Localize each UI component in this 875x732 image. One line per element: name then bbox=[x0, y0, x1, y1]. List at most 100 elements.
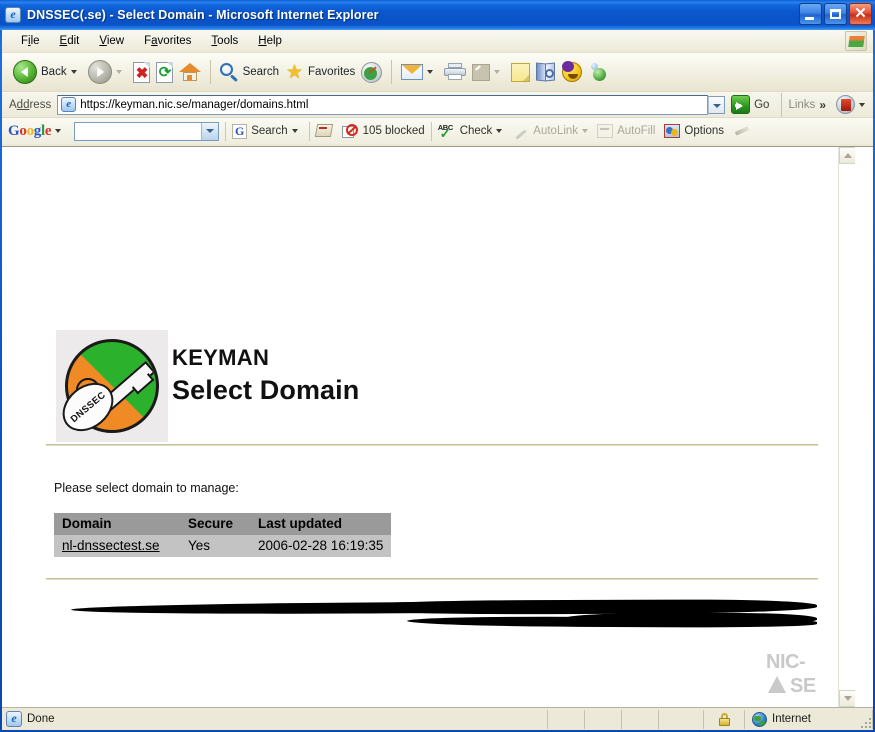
menu-edit[interactable]: Edit bbox=[51, 33, 89, 49]
stop-icon: ✖ bbox=[132, 61, 150, 83]
menu-file[interactable]: File bbox=[12, 33, 49, 49]
google-search-dropdown-icon[interactable] bbox=[201, 122, 219, 140]
nic-se-logo: NIC- SE bbox=[766, 650, 822, 702]
stop-button[interactable]: ✖ bbox=[130, 55, 153, 89]
search-button[interactable]: Search bbox=[217, 55, 282, 89]
status-cell-4 bbox=[659, 709, 704, 729]
minimize-icon bbox=[805, 17, 814, 20]
popup-blocked-icon bbox=[341, 123, 359, 139]
column-header-secure: Secure bbox=[180, 513, 250, 535]
back-label: Back bbox=[41, 66, 67, 78]
highlight-button[interactable] bbox=[734, 124, 751, 139]
menu-tools[interactable]: Tools bbox=[202, 33, 247, 49]
back-button[interactable]: Back bbox=[10, 55, 85, 89]
address-dropdown-button[interactable] bbox=[708, 95, 726, 114]
nic-se-triangle-icon bbox=[768, 676, 786, 693]
popup-blocker-button[interactable]: 105 blocked bbox=[341, 123, 425, 139]
google-separator bbox=[225, 121, 227, 141]
highlighter-icon bbox=[734, 124, 751, 139]
domain-table: Domain Secure Last updated nl-dnssectest… bbox=[54, 513, 392, 557]
check-label: Check bbox=[459, 125, 493, 137]
pdf-toolbar-button[interactable] bbox=[833, 88, 873, 122]
notes-button[interactable] bbox=[508, 55, 533, 89]
edit-dropdown-icon bbox=[494, 70, 501, 74]
print-button[interactable] bbox=[441, 55, 469, 89]
scroll-up-button[interactable] bbox=[839, 147, 855, 164]
status-bar: e Done Internet bbox=[2, 707, 873, 730]
media-icon bbox=[361, 61, 383, 83]
menu-favorites[interactable]: Favorites bbox=[135, 33, 200, 49]
forward-button[interactable] bbox=[85, 55, 130, 89]
google-search-options-icon[interactable] bbox=[291, 129, 298, 133]
resize-grip[interactable] bbox=[857, 714, 871, 728]
google-separator-2 bbox=[308, 121, 310, 141]
google-search-input[interactable] bbox=[74, 121, 220, 141]
toolbar-separator-2 bbox=[391, 60, 393, 84]
menu-bar: File Edit View Favorites Tools Help bbox=[2, 30, 873, 53]
browser-window: e DNSSEC(.se) - Select Domain - Microsof… bbox=[0, 0, 875, 732]
mail-button[interactable] bbox=[398, 55, 441, 89]
home-button[interactable] bbox=[176, 55, 204, 89]
instruction-text: Please select domain to manage: bbox=[54, 481, 239, 495]
pdf-dropdown-icon[interactable] bbox=[859, 102, 865, 107]
check-dropdown-icon[interactable] bbox=[496, 129, 503, 133]
google-news-button[interactable] bbox=[316, 124, 334, 138]
autofill-button: AutoFill bbox=[597, 124, 655, 138]
links-overflow-icon[interactable]: » bbox=[819, 98, 826, 112]
msn-messenger-button[interactable] bbox=[585, 55, 611, 89]
yahoo-messenger-button[interactable] bbox=[559, 55, 585, 89]
address-input[interactable]: e https://keyman.nic.se/manager/domains.… bbox=[57, 94, 709, 115]
status-cell-3 bbox=[622, 709, 659, 729]
web-page-content: DNSSEC KEYMAN Select Domain Please selec… bbox=[2, 147, 855, 707]
dnssec-logo: DNSSEC bbox=[53, 330, 168, 442]
home-icon bbox=[178, 62, 201, 82]
column-header-last-updated: Last updated bbox=[250, 513, 392, 535]
divider-bottom bbox=[46, 578, 818, 580]
go-button[interactable]: Go bbox=[731, 95, 769, 114]
spell-check-button[interactable]: ABC ✓ Check bbox=[438, 123, 493, 140]
close-button[interactable]: ✕ bbox=[849, 3, 872, 25]
edit-button[interactable] bbox=[469, 55, 508, 89]
window-controls: ✕ bbox=[799, 3, 872, 25]
options-label: Options bbox=[684, 125, 725, 137]
options-icon bbox=[664, 124, 681, 138]
table-row: nl-dnssectest.se Yes 2006-02-28 16:19:35 bbox=[54, 535, 392, 557]
back-arrow-icon bbox=[13, 60, 37, 84]
google-options-button[interactable]: Options bbox=[664, 124, 724, 138]
back-dropdown-icon[interactable] bbox=[70, 70, 77, 74]
maximize-button[interactable] bbox=[824, 3, 847, 25]
browser-chrome: File Edit View Favorites Tools Help Back… bbox=[2, 30, 873, 146]
google-search-button[interactable]: G Search bbox=[232, 123, 288, 139]
scroll-down-button[interactable] bbox=[839, 690, 855, 707]
cell-secure: Yes bbox=[180, 535, 250, 557]
refresh-icon: ⟳ bbox=[155, 61, 173, 83]
pdf-icon bbox=[836, 95, 855, 114]
media-button[interactable] bbox=[358, 55, 385, 89]
note-icon bbox=[511, 62, 531, 82]
menu-view[interactable]: View bbox=[90, 33, 133, 49]
refresh-button[interactable]: ⟳ bbox=[153, 55, 176, 89]
page-title: Select Domain bbox=[172, 375, 360, 405]
vertical-scrollbar[interactable] bbox=[838, 147, 855, 707]
google-separator-3 bbox=[430, 121, 432, 141]
domain-link[interactable]: nl-dnssectest.se bbox=[62, 538, 160, 553]
google-g-icon: G bbox=[232, 123, 248, 139]
favorites-button[interactable]: ★ Favorites bbox=[282, 55, 358, 89]
menu-help[interactable]: Help bbox=[249, 33, 291, 49]
forward-dropdown-icon bbox=[115, 70, 122, 74]
status-cell-2 bbox=[585, 709, 622, 729]
autofill-icon bbox=[597, 124, 614, 138]
mail-dropdown-icon[interactable] bbox=[427, 70, 434, 74]
yahoo-messenger-icon bbox=[562, 61, 583, 82]
scrollbar-track[interactable] bbox=[839, 164, 855, 690]
minimize-button[interactable] bbox=[799, 3, 822, 25]
links-button[interactable]: Links bbox=[788, 99, 815, 111]
maximize-icon bbox=[830, 9, 841, 19]
security-lock bbox=[704, 709, 745, 729]
research-button[interactable] bbox=[533, 55, 559, 89]
page-viewport: DNSSEC KEYMAN Select Domain Please selec… bbox=[2, 146, 873, 707]
autolink-label: AutoLink bbox=[533, 125, 579, 137]
dnssec-badge-label: DNSSEC bbox=[68, 389, 108, 425]
google-logo-dropdown-icon[interactable] bbox=[55, 129, 62, 133]
redaction-stroke-2b bbox=[562, 613, 817, 625]
